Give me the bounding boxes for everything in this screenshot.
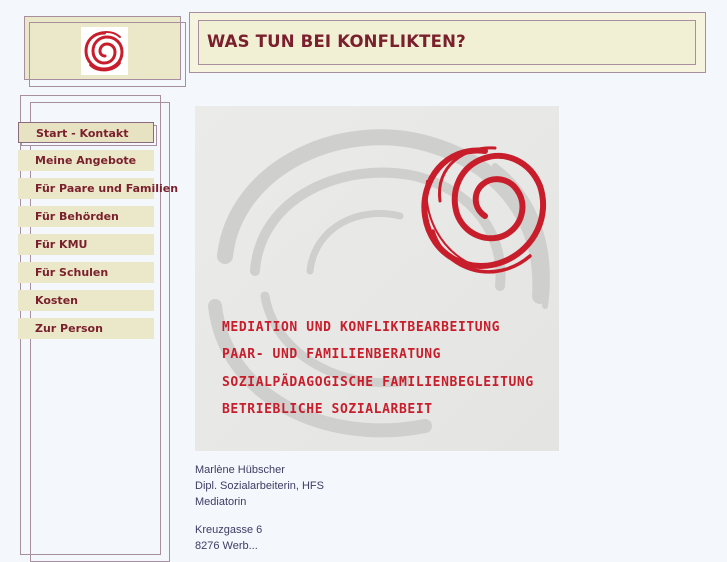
red-spiral-logo-icon[interactable] [81, 27, 128, 75]
contact-role: Mediatorin [195, 496, 247, 508]
nav-item-zur-person[interactable]: Zur Person [18, 318, 154, 339]
contact-details: Marlène Hübscher Dipl. Sozialarbeiterin,… [195, 462, 495, 554]
contact-title: Dipl. Sozialarbeiterin, HFS [195, 480, 324, 492]
nav-item-behoerden[interactable]: Für Behörden [18, 206, 154, 227]
contact-street: Kreuzgasse 6 [195, 524, 263, 536]
hero-line-mediation: MEDIATION UND KONFLIKTBEARBEITUNG [222, 320, 501, 335]
hero-line-sozialarbeit: BETRIEBLICHE SOZIALARBEIT [222, 402, 433, 417]
nav-item-paare-familien[interactable]: Für Paare und Familien [18, 178, 178, 199]
nav-item-meine-angebote[interactable]: Meine Angebote [18, 150, 154, 171]
nav-item-start-kontakt[interactable]: Start - Kontakt [18, 122, 154, 143]
contact-spacer [195, 510, 495, 522]
main-navigation: Start - Kontakt Meine Angebote Für Paare… [18, 122, 178, 346]
contact-city: 8276 Werb... [195, 540, 258, 552]
contact-name: Marlène Hübscher [195, 464, 285, 476]
page-title: WAS TUN BEI KONFLIKTEN? [207, 32, 466, 51]
hero-line-familienbegleitung: SOZIALPÄDAGOGISCHE FAMILIENBEGLEITUNG [222, 375, 534, 390]
hero-spiral-graphic [195, 106, 559, 451]
nav-item-kmu[interactable]: Für KMU [18, 234, 154, 255]
nav-item-kosten[interactable]: Kosten [18, 290, 154, 311]
hero-line-paarberatung: PAAR- UND FAMILIENBERATUNG [222, 347, 442, 362]
nav-item-schulen[interactable]: Für Schulen [18, 262, 154, 283]
hero-image: MEDIATION UND KONFLIKTBEARBEITUNG PAAR- … [195, 106, 559, 451]
